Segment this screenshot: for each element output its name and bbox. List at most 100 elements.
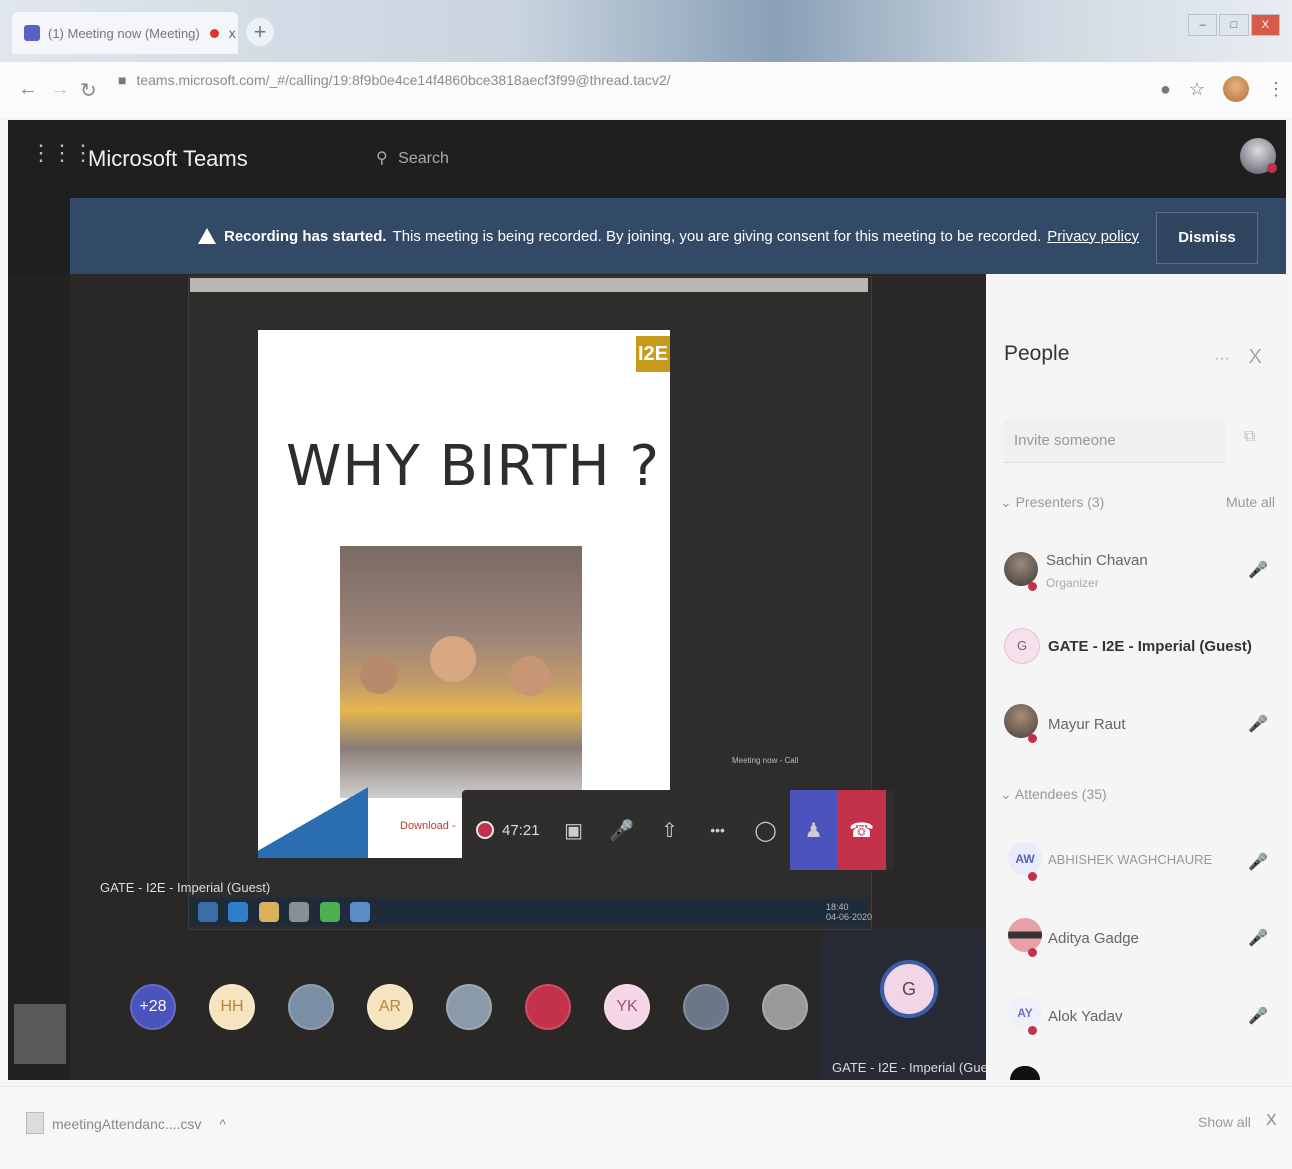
participant-row[interactable]: G GATE - I2E - Imperial (Guest) [1004,626,1284,670]
mute-all-button[interactable]: Mute all [1226,494,1275,510]
participant-thumbnail[interactable] [683,984,729,1030]
app-launcher-icon[interactable]: ⋮⋮⋮ [30,140,94,166]
search-placeholder: Search [398,150,449,167]
participant-thumbnail[interactable]: AR [367,984,413,1030]
chat-button[interactable]: ◯ [742,790,790,870]
participant-row[interactable]: Mayur Raut 🎤 [1004,704,1284,748]
minimize-button[interactable]: – [1188,14,1218,36]
ie-icon [228,902,249,922]
recording-banner: Recording has started. This meeting is b… [70,198,1286,274]
self-avatar: G [880,960,938,1018]
mic-icon: 🎤 [1248,854,1268,871]
participant-thumbnail[interactable] [762,984,808,1030]
left-rail [8,274,70,1080]
user-avatar[interactable] [1240,138,1277,174]
app-icon [289,902,310,922]
show-all-button[interactable]: Show all [1198,1114,1251,1130]
participant-thumbnail[interactable]: YK [604,984,650,1030]
recording-indicator-icon [209,28,219,38]
dismiss-button[interactable]: Dismiss [1156,212,1258,264]
mic-icon: 🎤 [1248,1008,1268,1025]
browser-menu-icon[interactable]: ⋮ [1267,79,1285,100]
hang-up-icon: ☎ [849,819,874,842]
close-panel-icon[interactable]: X [1248,346,1261,368]
cast-icon[interactable]: ● [1160,79,1171,100]
self-name: GATE - I2E - Imperial (Gue... [832,1060,999,1075]
maximize-button[interactable]: □ [1219,14,1249,36]
chevron-down-icon: ⌄ [1000,786,1012,802]
more-actions-button[interactable]: ••• [694,790,742,870]
search-box[interactable]: ⚲ Search [376,148,449,168]
slide-accent-shape [258,780,368,858]
more-options-icon[interactable]: ··· [1214,350,1230,367]
participant-thumbnail[interactable]: +28 [130,984,176,1030]
invite-someone-input[interactable]: Invite someone [1004,420,1226,463]
url-field[interactable]: ■ teams.microsoft.com/_#/calling/19:8f9b0… [118,72,671,88]
csv-file-icon [26,1112,44,1134]
search-icon: ⚲ [376,150,388,167]
participant-row[interactable]: AW ABHISHEK WAGHCHAURE 🎤 [1008,842,1284,886]
hang-up-button[interactable]: ☎ [837,790,886,870]
presenters-header[interactable]: ⌄ Presenters (3) [1000,494,1104,511]
participant-name: Aditya Gadge [1048,930,1139,947]
participant-row[interactable]: AY Alok Yadav 🎤 [1008,996,1284,1040]
show-participants-button[interactable]: ♟ [789,790,838,870]
privacy-policy-link[interactable]: Privacy policy [1047,228,1139,245]
participant-avatar: G [1004,628,1040,664]
participant-thumbnail[interactable]: HH [209,984,255,1030]
mic-off-icon: 🎤 [609,819,634,842]
tab-title: (1) Meeting now (Meeting) [48,25,200,41]
recording-status: 47:21 [476,790,550,870]
reload-icon[interactable]: ↻ [80,78,97,103]
people-title: People [1004,342,1070,365]
participant-name: Alok Yadav [1048,1008,1123,1025]
new-tab-button[interactable]: + [246,18,274,46]
tab-close-icon[interactable]: x [229,25,236,41]
profile-avatar[interactable] [1223,76,1250,102]
back-icon[interactable]: ← [18,78,38,101]
mic-icon: 🎤 [1248,930,1268,947]
participant-name: Mayur Raut [1048,716,1126,733]
download-item[interactable]: meetingAttendanc....csv ^ [52,1116,226,1132]
chrome-icon [319,902,340,922]
camera-off-button[interactable]: ▣ [550,790,598,870]
call-controls: 47:21 ▣ 🎤 ⇧ ••• ◯ ♟ ☎ [462,790,894,870]
window-controls: – □ X [1188,14,1280,36]
participant-thumbnail[interactable] [525,984,571,1030]
chevron-down-icon: ⌄ [1000,494,1012,510]
status-dot [1028,582,1037,591]
bookmark-star-icon[interactable]: ☆ [1189,79,1205,100]
participant-thumbnail[interactable] [288,984,334,1030]
camera-off-icon: ▣ [564,819,583,842]
participant-row[interactable]: Aditya Gadge 🎤 [1008,918,1284,962]
participant-name: Sachin Chavan [1046,552,1148,569]
shared-screen-titlebar [190,278,868,292]
warning-icon [198,228,216,244]
status-dot [1028,872,1037,881]
call-timer: 47:21 [502,821,540,839]
mute-button[interactable]: 🎤 [598,790,646,870]
attendees-header[interactable]: ⌄ Attendees (35) [1000,786,1107,803]
forward-icon[interactable]: → [50,78,70,101]
close-window-button[interactable]: X [1250,14,1280,36]
app2-icon [350,902,371,922]
participant-row[interactable]: Sachin Chavan Organizer 🎤 [1004,552,1284,596]
classroom-photo [340,546,582,798]
browser-tab[interactable]: (1) Meeting now (Meeting) x [12,12,238,54]
mic-icon: 🎤 [1248,562,1268,579]
participant-avatar [1004,704,1038,738]
presenters-header-text: Presenters (3) [1015,494,1105,510]
download-chevron-icon[interactable]: ^ [219,1116,226,1132]
share-invite-icon[interactable]: ⧉ [1244,428,1255,446]
shared-taskbar [190,898,868,926]
taskbar-clock: 18:40 04-06-2020 [826,902,873,922]
participant-thumbnail[interactable] [446,984,492,1030]
close-downloads-icon[interactable]: X [1266,1112,1277,1130]
share-tray-icon: ⇧ [661,819,678,842]
app-brand: Microsoft Teams [88,146,248,171]
share-button[interactable]: ⇧ [646,790,694,870]
banner-bold-text: Recording has started. [224,227,387,245]
participants-icon: ♟ [804,819,823,842]
participant-avatar: AY [1008,996,1042,1030]
download-filename: meetingAttendanc....csv [52,1116,202,1132]
